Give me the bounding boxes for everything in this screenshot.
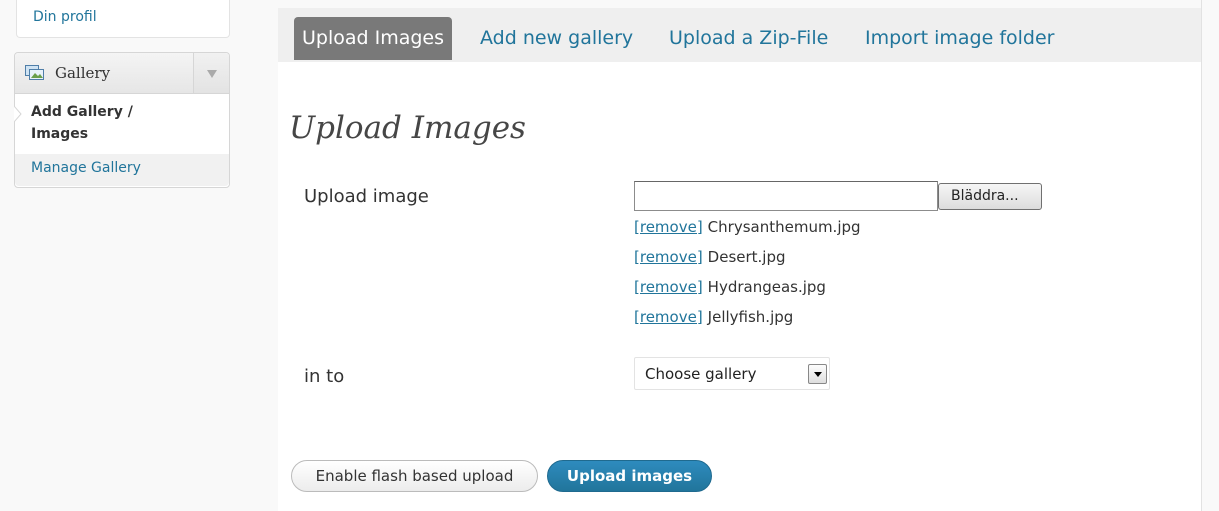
- gallery-select-value: Choose gallery: [645, 365, 757, 383]
- upload-image-label: Upload image: [304, 186, 429, 207]
- scroll-gutter: [1202, 0, 1219, 511]
- remove-link[interactable]: [remove]: [634, 278, 703, 296]
- enable-flash-upload-button[interactable]: Enable flash based upload: [291, 460, 538, 492]
- file-path-input[interactable]: [634, 181, 938, 211]
- browse-button[interactable]: Bläddra...: [938, 183, 1042, 210]
- menu-toggle-button[interactable]: [193, 53, 229, 93]
- sidebar-item-label: Add Gallery /: [31, 104, 133, 120]
- gallery-menu-header[interactable]: Gallery: [15, 53, 229, 94]
- selected-files-list: [remove] Chrysanthemum.jpg [remove] Desert…: [634, 218, 861, 338]
- remove-link[interactable]: [remove]: [634, 308, 703, 326]
- file-name: Desert.jpg: [707, 248, 786, 266]
- upload-images-button[interactable]: Upload images: [547, 460, 712, 492]
- tab-add-new-gallery[interactable]: Add new gallery: [480, 17, 633, 60]
- list-item: [remove] Chrysanthemum.jpg: [634, 218, 861, 248]
- chevron-down-icon: [814, 372, 822, 377]
- page-title: Upload Images: [289, 110, 526, 146]
- list-item: [remove] Hydrangeas.jpg: [634, 278, 861, 308]
- remove-link[interactable]: [remove]: [634, 248, 703, 266]
- list-item: [remove] Desert.jpg: [634, 248, 861, 278]
- gallery-icon: [25, 65, 44, 80]
- into-label: in to: [304, 366, 345, 387]
- sidebar-profile-item[interactable]: Din profil: [16, 0, 230, 38]
- tab-upload-images[interactable]: Upload Images: [294, 17, 453, 60]
- remove-link[interactable]: [remove]: [634, 218, 703, 236]
- tab-upload-zip[interactable]: Upload a Zip-File: [669, 17, 828, 60]
- file-name: Chrysanthemum.jpg: [707, 218, 861, 236]
- gallery-menu: Gallery Add Gallery / Images Manage Gall…: [14, 52, 230, 188]
- tab-import-folder[interactable]: Import image folder: [865, 17, 1054, 60]
- sidebar-item-label: Images: [31, 126, 89, 142]
- sidebar-item-manage-gallery[interactable]: Manage Gallery: [15, 154, 229, 186]
- sidebar-item-add-gallery[interactable]: Add Gallery / Images: [14, 94, 229, 154]
- gallery-select[interactable]: Choose gallery: [634, 357, 830, 390]
- file-name: Hydrangeas.jpg: [707, 278, 826, 296]
- chevron-down-icon: [207, 70, 217, 78]
- profile-link[interactable]: Din profil: [33, 9, 97, 25]
- gallery-menu-title: Gallery: [55, 64, 111, 82]
- sidebar-item-label: Manage Gallery: [31, 160, 141, 176]
- file-name: Jellyfish.jpg: [707, 308, 794, 326]
- dropdown-button[interactable]: [808, 364, 827, 384]
- tab-bar: Upload Images Add new gallery Upload a Z…: [278, 8, 1201, 62]
- current-item-arrow-icon: [14, 106, 22, 122]
- list-item: [remove] Jellyfish.jpg: [634, 308, 861, 338]
